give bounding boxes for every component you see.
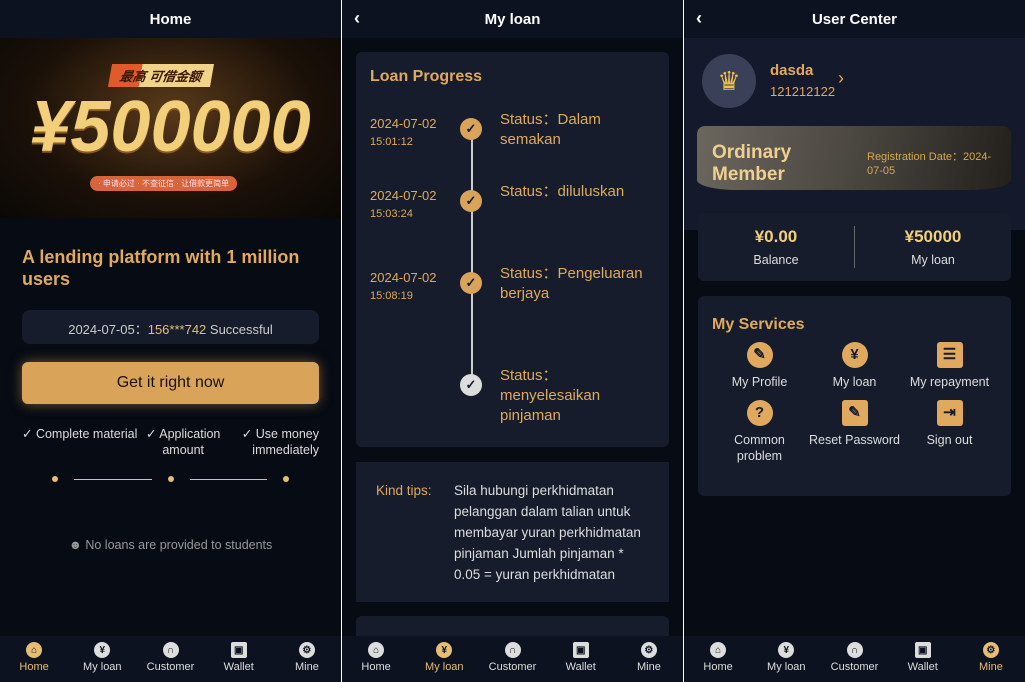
- home-icon: ⌂: [26, 642, 43, 658]
- tab-bar: ⌂ Home ¥ My loan ∩ Customer ▣ Wallet ⚙ Mine: [342, 636, 683, 682]
- smile-icon: ☻: [68, 538, 82, 552]
- tab-my-loan[interactable]: ¥ My loan: [752, 636, 820, 682]
- page-title: User Center: [811, 10, 898, 28]
- member-card: Ordinary Member Registration Date：2024-0…: [697, 126, 1011, 190]
- question-icon: ?: [746, 400, 773, 426]
- balance-card: ¥0.00 Balance ¥50000 My loan: [698, 213, 1011, 281]
- wallet-icon: ▣: [230, 642, 247, 658]
- my-loan-screen: ‹ My loan Loan Progress 2024-07-02 15:01:1…: [342, 0, 683, 682]
- my-loan-amount[interactable]: ¥50000 My loan: [855, 227, 1011, 267]
- notice-ticker: 2024-07-05：156***742 Successful: [22, 310, 319, 344]
- user-id: 121212122: [770, 84, 836, 99]
- chevron-right-icon[interactable]: ›: [838, 68, 844, 89]
- tab-wallet[interactable]: ▣ Wallet: [547, 636, 615, 682]
- service-my-profile[interactable]: ✎ My Profile: [712, 342, 807, 390]
- check-icon: ✓: [460, 272, 482, 294]
- promo-banner[interactable]: 最高 可借金额 ¥500000 · 申请必过 · 不查征信 · 让借款更简单: [0, 38, 341, 218]
- check-icon: ✓: [460, 374, 482, 396]
- edit-icon: ✎: [841, 400, 868, 426]
- headset-icon: ∩: [846, 642, 863, 658]
- services-card: My Services ✎ My Profile ¥ My loan ☰ My rep…: [698, 296, 1011, 496]
- student-note: ☻ No loans are provided to students: [68, 538, 273, 552]
- user-center-screen: ‹ User Center ♛ dasda 121212122 › Ordinar…: [684, 0, 1025, 682]
- header: Home: [0, 0, 341, 38]
- gear-icon: ⚙: [640, 642, 657, 658]
- banner-amount: ¥500000: [30, 87, 311, 167]
- banner-tag: 最高 可借金额: [107, 64, 214, 87]
- yen-icon: ¥: [94, 642, 111, 658]
- balance[interactable]: ¥0.00 Balance: [698, 227, 854, 267]
- tab-wallet[interactable]: ▣ Wallet: [889, 636, 957, 682]
- service-reset-password[interactable]: ✎ Reset Password: [807, 400, 902, 464]
- tab-bar: ⌂ Home ¥ My loan ∩ Customer ▣ Wallet ⚙ Mine: [0, 636, 341, 682]
- tab-customer[interactable]: ∩ Customer: [478, 636, 546, 682]
- get-it-now-button[interactable]: Get it right now: [22, 362, 319, 404]
- tab-home[interactable]: ⌂ Home: [0, 636, 68, 682]
- notice-phone: 156***742: [147, 322, 207, 337]
- service-my-repayment[interactable]: ☰ My repayment: [902, 342, 997, 390]
- tab-mine[interactable]: ⚙ Mine: [273, 636, 341, 682]
- check-icon: ✓: [460, 190, 482, 212]
- sign-out-icon: ⇥: [936, 400, 963, 426]
- repayment-icon: ☰: [936, 342, 963, 368]
- tab-mine[interactable]: ⚙ Mine: [615, 636, 683, 682]
- home-icon: ⌂: [368, 642, 385, 658]
- notice-text: Successful: [206, 322, 273, 337]
- banner-pill: · 申请必过 · 不查征信 · 让借款更简单: [90, 176, 238, 191]
- notice-date: 2024-07-05：: [68, 322, 148, 337]
- home-screen: Home 最高 可借金额 ¥500000 · 申请必过 · 不查征信 · 让借款…: [0, 0, 341, 682]
- header: ‹ My loan: [342, 0, 683, 38]
- tab-customer[interactable]: ∩ Customer: [136, 636, 204, 682]
- feature-item: ✓ Complete material: [22, 427, 138, 441]
- kind-tips: Kind tips: Sila hubungi perkhidmatan pela…: [356, 462, 669, 602]
- timeline-line: [471, 132, 473, 382]
- gear-icon: ⚙: [298, 642, 315, 658]
- tab-bar: ⌂ Home ¥ My loan ∩ Customer ▣ Wallet ⚙ Mine: [684, 636, 1025, 682]
- service-my-loan[interactable]: ¥ My loan: [807, 342, 902, 390]
- wallet-icon: ▣: [572, 642, 589, 658]
- home-icon: ⌂: [710, 642, 727, 658]
- feature-item: ✓ Use money immediately: [241, 427, 319, 457]
- back-button[interactable]: ‹: [696, 8, 702, 29]
- service-sign-out[interactable]: ⇥ Sign out: [902, 400, 997, 464]
- headset-icon: ∩: [162, 642, 179, 658]
- tab-my-loan[interactable]: ¥ My loan: [68, 636, 136, 682]
- back-button[interactable]: ‹: [354, 8, 360, 29]
- yen-icon: ¥: [436, 642, 453, 658]
- crown-icon: ♛: [717, 65, 741, 96]
- service-common-problem[interactable]: ? Common problem: [712, 400, 807, 464]
- slogan: A lending platform with 1 million users: [22, 247, 300, 289]
- header: ‹ User Center: [684, 0, 1025, 38]
- avatar[interactable]: ♛: [702, 54, 756, 108]
- tab-mine[interactable]: ⚙ Mine: [957, 636, 1025, 682]
- profile-icon: ✎: [746, 342, 773, 368]
- tab-my-loan[interactable]: ¥ My loan: [410, 636, 478, 682]
- member-level: Ordinary Member: [712, 142, 792, 185]
- check-icon: ✓: [460, 118, 482, 140]
- tab-home[interactable]: ⌂ Home: [684, 636, 752, 682]
- tab-customer[interactable]: ∩ Customer: [820, 636, 888, 682]
- tab-home[interactable]: ⌂ Home: [342, 636, 410, 682]
- step-dots: [52, 476, 289, 482]
- section-title: My Services: [712, 316, 805, 333]
- yen-icon: ¥: [778, 642, 795, 658]
- yen-icon: ¥: [841, 342, 868, 368]
- profile-header: ♛ dasda 121212122 › Ordinary Member Regi…: [684, 38, 1025, 230]
- gear-icon: ⚙: [982, 642, 999, 658]
- page-title: Home: [149, 10, 192, 28]
- registration-date: Registration Date：2024-07-05: [867, 151, 992, 177]
- feature-item: ✓ Application amount: [145, 427, 221, 457]
- section-title: Loan Progress: [370, 68, 483, 85]
- loan-progress-card: Loan Progress 2024-07-02 15:01:12 ✓ Status：…: [356, 52, 669, 447]
- wallet-icon: ▣: [914, 642, 931, 658]
- tab-wallet[interactable]: ▣ Wallet: [205, 636, 273, 682]
- page-title: My loan: [484, 10, 541, 28]
- username: dasda: [770, 62, 814, 79]
- headset-icon: ∩: [504, 642, 521, 658]
